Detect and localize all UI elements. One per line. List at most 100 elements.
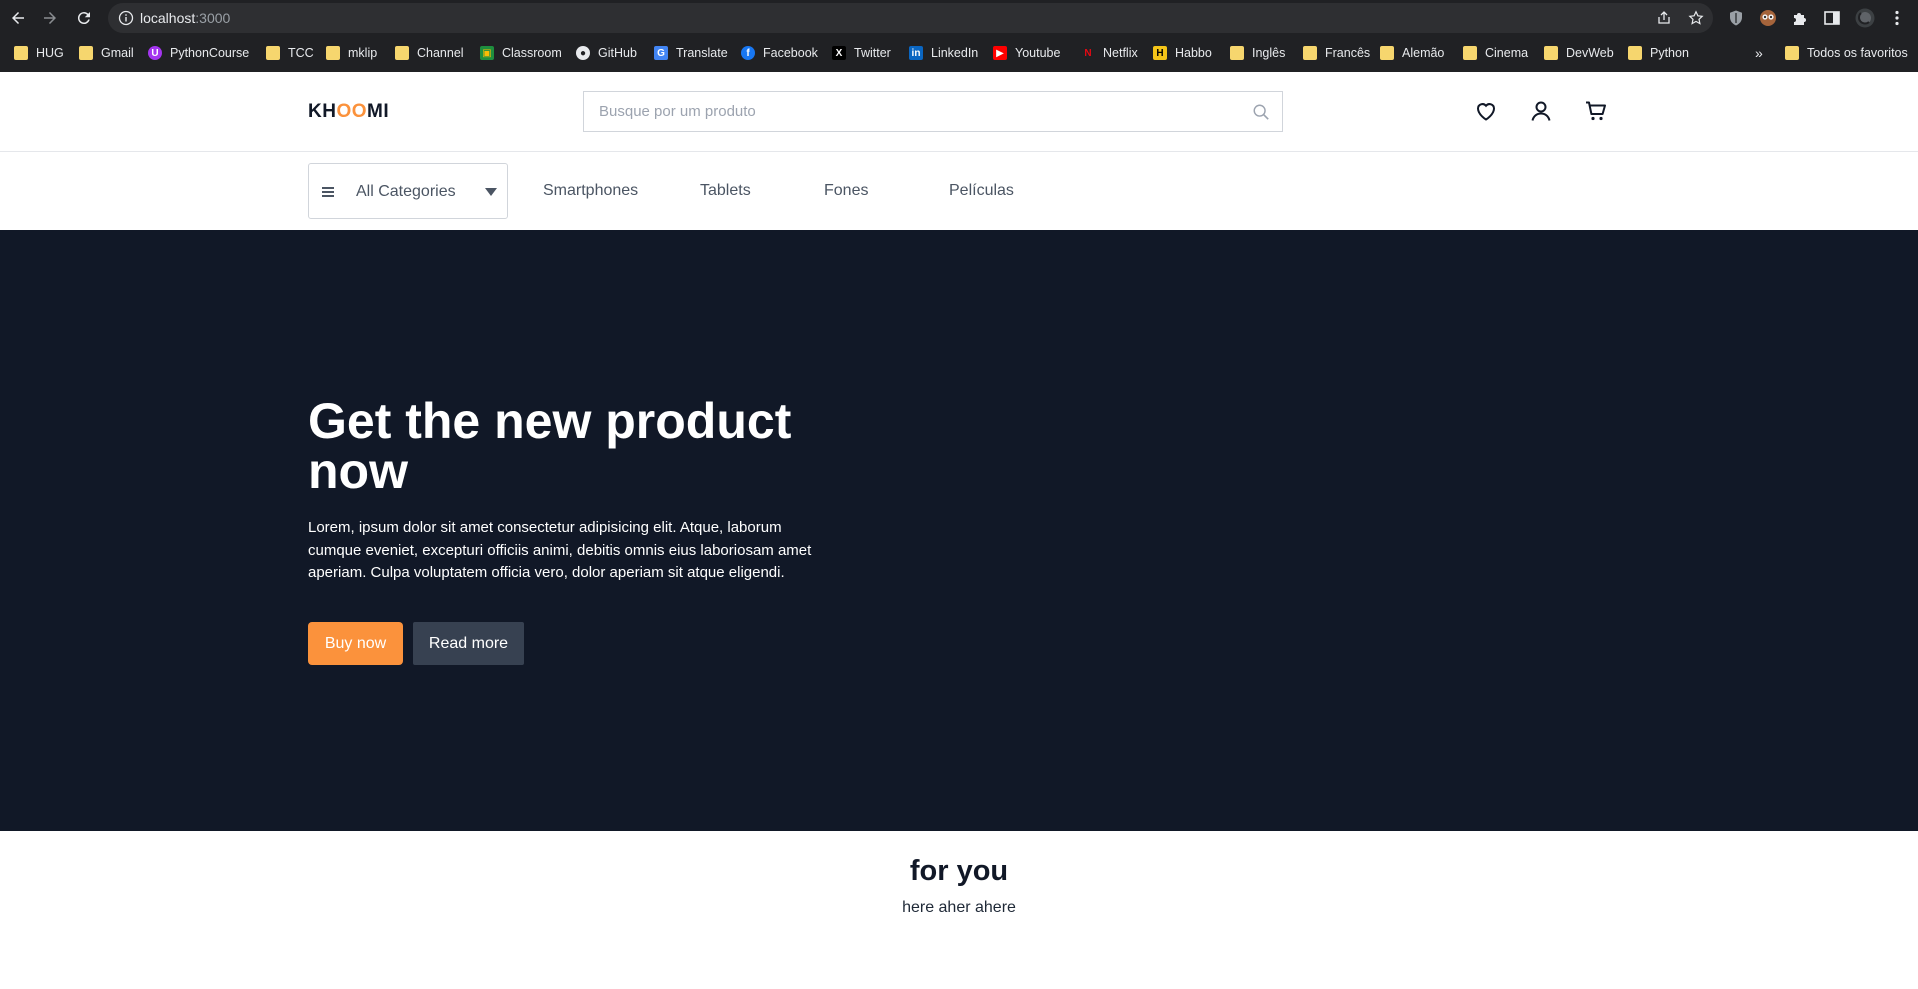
share-icon[interactable]: [1656, 10, 1672, 26]
search-icon[interactable]: [1252, 103, 1270, 121]
all-categories-label: All Categories: [356, 183, 456, 200]
nav-link-fones[interactable]: Fones: [824, 182, 868, 200]
bookmark-netflix[interactable]: N Netflix: [1081, 44, 1138, 62]
reload-button[interactable]: [72, 6, 96, 30]
bookmark-channel[interactable]: Channel: [395, 44, 464, 62]
folder-icon: [1544, 46, 1558, 60]
bookmark-franc-s[interactable]: Francês: [1303, 44, 1370, 62]
bookmark-alem-o[interactable]: Alemão: [1380, 44, 1444, 62]
bookmark-label: Classroom: [502, 46, 562, 60]
bookmark-facebook[interactable]: f Facebook: [741, 44, 818, 62]
bookmarks-overflow-button[interactable]: »: [1755, 44, 1763, 62]
bookmark-linkedin[interactable]: in LinkedIn: [909, 44, 978, 62]
all-categories-dropdown[interactable]: All Categories: [308, 163, 508, 219]
bookmark-mklip[interactable]: mklip: [326, 44, 377, 62]
cart-icon[interactable]: [1584, 99, 1608, 123]
netflix-icon: N: [1084, 47, 1092, 59]
hero-banner: Get the new product now Lorem, ipsum dol…: [0, 230, 1918, 831]
bookmark-label: TCC: [288, 46, 314, 60]
bookmark-label: DevWeb: [1566, 46, 1614, 60]
bookmark-label: Cinema: [1485, 46, 1529, 60]
puzzle-extensions-icon[interactable]: [1791, 9, 1809, 27]
bookmark-youtube[interactable]: ▶ Youtube: [993, 44, 1060, 62]
bookmark-ingl-s[interactable]: Inglês: [1230, 44, 1285, 62]
hero-title: Get the new product now: [308, 393, 792, 499]
site-header: KHOOMI: [0, 72, 1918, 152]
bookmark-label: Habbo: [1175, 46, 1212, 60]
nav-link-smartphones[interactable]: Smartphones: [543, 182, 638, 200]
bookmark-translate[interactable]: G Translate: [654, 44, 728, 62]
bookmark-label: Python: [1650, 46, 1689, 60]
bookmark-label: Gmail: [101, 46, 134, 60]
folder-icon: [266, 46, 280, 60]
category-nav: All Categories Smartphones Tablets Fones…: [0, 153, 1918, 230]
profile-avatar-icon[interactable]: [1855, 8, 1875, 28]
side-panel-icon[interactable]: [1823, 9, 1841, 27]
folder-icon: [395, 46, 409, 60]
folder-icon: [326, 46, 340, 60]
kebab-menu-icon[interactable]: [1888, 9, 1906, 27]
bookmark-hug[interactable]: HUG: [14, 44, 64, 62]
user-icon[interactable]: [1529, 99, 1553, 123]
bookmark-pythoncourse[interactable]: U PythonCourse: [148, 44, 249, 62]
back-button[interactable]: [6, 6, 30, 30]
bookmark-gmail[interactable]: Gmail: [79, 44, 134, 62]
address-row: localhost:3000: [0, 0, 1918, 36]
shield-extension-icon[interactable]: [1727, 9, 1745, 27]
linkedin-icon: in: [909, 46, 923, 60]
translate-icon: G: [654, 46, 668, 60]
search-input[interactable]: [584, 92, 1244, 131]
address-bar[interactable]: localhost:3000: [108, 3, 1713, 33]
bookmark-label: Francês: [1325, 46, 1371, 60]
habbo-icon: H: [1153, 46, 1167, 60]
forward-button[interactable]: [38, 6, 62, 30]
bookmark-twitter[interactable]: X Twitter: [832, 44, 891, 62]
bookmark-label: PythonCourse: [170, 46, 250, 60]
nav-link-peliculas[interactable]: Películas: [949, 182, 1014, 200]
buy-now-button[interactable]: Buy now: [308, 622, 403, 665]
bookmark-cinema[interactable]: Cinema: [1463, 44, 1528, 62]
logo-accent: OO: [336, 101, 368, 122]
reload-icon: [77, 12, 90, 25]
bookmark-label: Inglês: [1252, 46, 1286, 60]
heart-icon[interactable]: [1474, 99, 1498, 123]
nav-link-tablets[interactable]: Tablets: [700, 182, 751, 200]
folder-icon: [1303, 46, 1317, 60]
bookmark-github[interactable]: ● GitHub: [576, 44, 637, 62]
bookmark-tcc[interactable]: TCC: [266, 44, 314, 62]
logo-prefix: KH: [308, 101, 337, 122]
bookmark-label: Netflix: [1103, 46, 1138, 60]
browser-chrome: localhost:3000 HUG Gmail U PythonCourse TCC m…: [0, 0, 1918, 72]
bookmark-classroom[interactable]: ▣ Classroom: [480, 44, 562, 62]
read-more-button[interactable]: Read more: [413, 622, 524, 665]
bookmarks-bar: HUG Gmail U PythonCourse TCC mklip Channel ▣ Cla…: [0, 40, 1918, 66]
bookmark-label: Channel: [417, 46, 464, 60]
info-icon[interactable]: [118, 10, 134, 26]
bookmark-label: GitHub: [598, 46, 637, 60]
bookmark-label: mklip: [348, 46, 378, 60]
bookmark-label: Facebook: [763, 46, 818, 60]
all-bookmarks-folder[interactable]: Todos os favoritos: [1785, 44, 1908, 62]
bookmark-label: Twitter: [854, 46, 891, 60]
bookmark-habbo[interactable]: H Habbo: [1153, 44, 1212, 62]
facebook-icon: f: [741, 46, 755, 60]
youtube-icon: ▶: [993, 46, 1007, 60]
bookmark-label: HUG: [36, 46, 64, 60]
url-text[interactable]: localhost:3000: [140, 10, 230, 26]
logo-suffix: MI: [367, 101, 390, 122]
folder-icon: [1463, 46, 1477, 60]
bookmark-devweb[interactable]: DevWeb: [1544, 44, 1614, 62]
logo[interactable]: KHOOMI: [308, 101, 389, 123]
folder-icon: [79, 46, 93, 60]
star-icon[interactable]: [1688, 10, 1704, 26]
url-host: localhost: [140, 10, 196, 26]
for-you-subtitle: here aher ahere: [902, 899, 1016, 916]
caret-down-icon: [485, 188, 497, 196]
list-icon: [322, 187, 334, 197]
bookmark-python[interactable]: Python: [1628, 44, 1689, 62]
folder-icon: [14, 46, 28, 60]
hero-description: Lorem, ipsum dolor sit amet consectetur …: [308, 519, 812, 581]
owl-extension-icon[interactable]: [1759, 9, 1777, 27]
arrow-left-icon: [12, 12, 24, 24]
bookmark-label: Youtube: [1015, 46, 1061, 60]
